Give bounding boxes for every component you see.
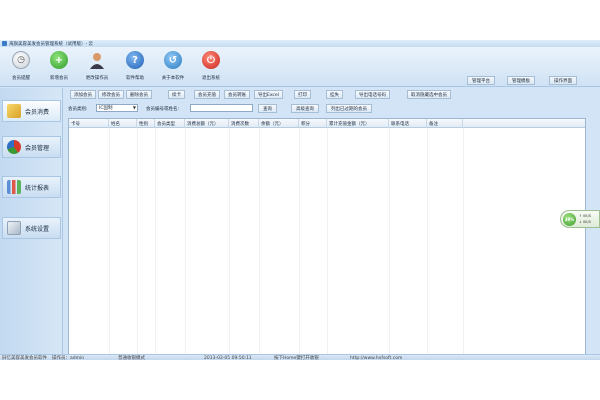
- user-icon: [88, 51, 106, 69]
- title-bar: 海旗美容美发会员管理系统（试用版）- 云: [0, 40, 600, 47]
- status-operator: 操作员：admin: [52, 356, 85, 361]
- status-company: 旧忆美容美发会员软件: [2, 356, 47, 361]
- admin-platform-button[interactable]: 管理平台: [467, 76, 495, 85]
- add-member-action[interactable]: 添加会员: [70, 90, 96, 99]
- sidebar-item-label: 统计报表: [25, 184, 50, 192]
- column-header[interactable]: 累计充值金额（元）: [327, 119, 389, 128]
- category-label: 会员类别:: [68, 107, 88, 112]
- print-action[interactable]: 打印: [294, 90, 311, 99]
- help-button[interactable]: ? 软件帮助: [118, 51, 152, 85]
- column-divider: [327, 128, 328, 354]
- sidebar-item-member-consumption[interactable]: 会员消费: [2, 100, 61, 122]
- clock-icon: ◷: [12, 51, 30, 69]
- status-mode: 普通收银模式: [118, 356, 145, 361]
- column-header[interactable]: 卡号: [69, 119, 109, 128]
- column-header[interactable]: 积分: [299, 119, 327, 128]
- category-select[interactable]: IC固制 ▼: [96, 104, 138, 112]
- column-divider: [259, 128, 260, 354]
- unhide-members-action[interactable]: 取消隐藏选中会员: [407, 90, 451, 99]
- advanced-query-button[interactable]: 高级查询: [291, 104, 319, 113]
- edit-member-action[interactable]: 修改会员: [98, 90, 124, 99]
- toolbar-label: 更改操作员: [85, 76, 109, 81]
- exit-button[interactable]: ⏻ 退出系统: [194, 51, 228, 85]
- export-excel-action[interactable]: 导出Excel: [254, 90, 283, 99]
- toolbar-label: 退出系统: [202, 76, 220, 81]
- chevron-down-icon: ▼: [132, 105, 136, 110]
- settings-icon: [7, 221, 21, 235]
- sidebar-item-settings[interactable]: 系统设置: [2, 217, 61, 239]
- query-button[interactable]: 查询: [258, 104, 277, 113]
- renew-card-action[interactable]: 续卡: [168, 90, 185, 99]
- column-header[interactable]: 性别: [137, 119, 155, 128]
- member-reminder-button[interactable]: ◷ 会员提醒: [4, 51, 38, 85]
- column-divider: [427, 128, 428, 354]
- app-icon: [2, 41, 7, 46]
- add-icon: +: [50, 51, 68, 69]
- toolbar-label: 会员提醒: [12, 76, 30, 81]
- search-bar: 会员类别: IC固制 ▼ 会员编号或姓名: 查询 高级查询 列出已过期的会员: [64, 103, 588, 115]
- report-loss-action[interactable]: 挂失: [326, 90, 343, 99]
- column-header[interactable]: 余额（元）: [259, 119, 299, 128]
- about-button[interactable]: ↺ 关于本软件: [156, 51, 190, 85]
- status-url[interactable]: http://www.hxfsoft.com: [350, 355, 402, 361]
- upload-speed: ↑ 0K/S: [579, 214, 591, 218]
- sidebar-item-member-management[interactable]: 会员管理: [2, 136, 61, 158]
- network-speed-widget[interactable]: 39% ↑ 0K/S ↓ 0K/S: [560, 210, 600, 228]
- column-header[interactable]: 消费总额（元）: [185, 119, 229, 128]
- sidebar: 会员消费 会员管理 统计报表 系统设置: [0, 88, 63, 358]
- list-expired-button[interactable]: 列出已过期的会员: [326, 104, 372, 113]
- sidebar-item-label: 会员消费: [25, 108, 50, 116]
- status-tip: 按下Home键打开收银: [274, 356, 319, 361]
- toolbar-label: 新增会员: [50, 76, 68, 81]
- column-divider: [185, 128, 186, 354]
- column-header[interactable]: 联系电话: [389, 119, 427, 128]
- sidebar-item-label: 系统设置: [25, 225, 50, 233]
- keyword-label: 会员编号或姓名:: [146, 107, 180, 112]
- template-button[interactable]: 管理模板: [507, 76, 535, 85]
- operation-view-button[interactable]: 操作界面: [549, 76, 577, 85]
- toolbar-label: 软件帮助: [126, 76, 144, 81]
- sidebar-item-statistics[interactable]: 统计报表: [2, 176, 61, 198]
- transfer-action[interactable]: 会员转账: [224, 90, 250, 99]
- speed-percent-badge: 39%: [563, 213, 576, 226]
- toolbar-label: 关于本软件: [161, 76, 185, 81]
- app-window: 海旗美容美发会员管理系统（试用版）- 云 ◷ 会员提醒 + 新增会员 更改操作员…: [0, 40, 600, 358]
- user-icon-graphic: [90, 53, 104, 69]
- status-datetime: 2013-02-05 09:50:11: [204, 355, 252, 361]
- column-divider: [137, 128, 138, 354]
- column-divider: [155, 128, 156, 354]
- delete-member-action[interactable]: 删除会员: [126, 90, 152, 99]
- sidebar-item-label: 会员管理: [25, 144, 50, 152]
- action-bar: 添加会员 修改会员 删除会员 续卡 会员充值 会员转账 导出Excel 打印 挂…: [64, 88, 588, 100]
- column-divider: [389, 128, 390, 354]
- member-table[interactable]: 卡号 姓名 性别 会员类型 消费总额（元） 消费次数 余额（元） 积分 累计充值…: [68, 118, 586, 355]
- column-divider: [229, 128, 230, 354]
- column-divider: [463, 128, 464, 354]
- recharge-action[interactable]: 会员充值: [194, 90, 220, 99]
- pie-chart-icon: [7, 140, 21, 154]
- member-icon: [7, 104, 21, 118]
- power-icon: ⏻: [202, 51, 220, 69]
- column-divider: [109, 128, 110, 354]
- refresh-icon: ↺: [164, 51, 182, 69]
- column-divider: [299, 128, 300, 354]
- bar-chart-icon: [7, 180, 21, 194]
- help-icon: ?: [126, 51, 144, 69]
- column-header[interactable]: 会员类型: [155, 119, 185, 128]
- download-speed: ↓ 0K/S: [579, 220, 591, 224]
- table-header: 卡号 姓名 性别 会员类型 消费总额（元） 消费次数 余额（元） 积分 累计充值…: [69, 119, 585, 128]
- column-header[interactable]: 姓名: [109, 119, 137, 128]
- keyword-input[interactable]: [190, 104, 253, 112]
- export-phones-action[interactable]: 导出电话号码: [355, 90, 390, 99]
- window-title: 海旗美容美发会员管理系统（试用版）- 云: [9, 41, 94, 47]
- status-bar: 旧忆美容美发会员软件 操作员：admin 普通收银模式 2013-02-05 0…: [0, 354, 600, 361]
- change-operator-button[interactable]: 更改操作员: [80, 51, 114, 85]
- category-value: IC固制: [99, 106, 113, 111]
- add-member-button[interactable]: + 新增会员: [42, 51, 76, 85]
- column-header[interactable]: 消费次数: [229, 119, 259, 128]
- column-header[interactable]: 备注: [427, 119, 463, 128]
- main-toolbar: ◷ 会员提醒 + 新增会员 更改操作员 ? 软件帮助 ↺ 关于本软件 ⏻ 退出系…: [0, 47, 600, 87]
- main-panel: 添加会员 修改会员 删除会员 续卡 会员充值 会员转账 导出Excel 打印 挂…: [64, 88, 588, 358]
